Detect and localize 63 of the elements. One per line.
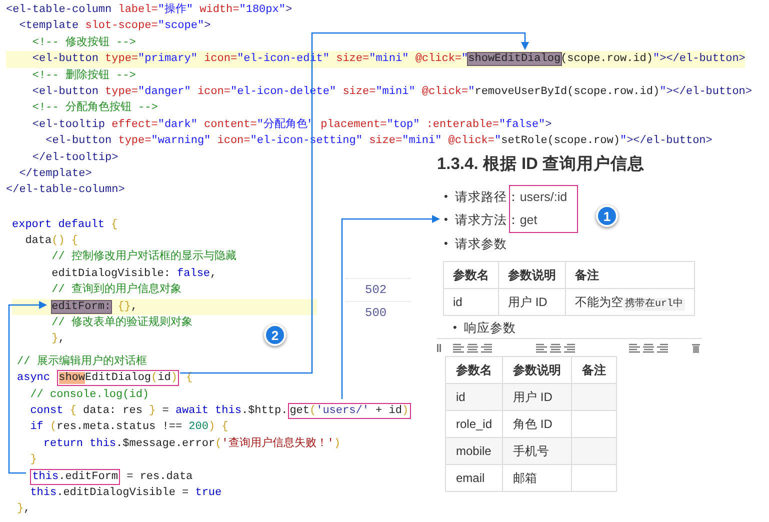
delete-icon[interactable] xyxy=(692,343,700,354)
code-line: if (res.meta.status !== 200) { xyxy=(29,420,228,436)
align-left-icon[interactable] xyxy=(453,343,464,354)
code-line: <el-table-column label="操作" width="180px"> xyxy=(6,2,292,18)
callout-frame xyxy=(509,185,578,233)
code-line: this.editDialogVisible = true xyxy=(29,486,222,501)
column-header: 备注 xyxy=(566,262,695,289)
align-center-icon[interactable] xyxy=(643,343,654,354)
table-cell xyxy=(572,438,617,465)
table-cell: 用户 ID xyxy=(502,384,572,411)
code-line: // 修改表单的验证规则对象 xyxy=(50,315,192,332)
table-cell: id xyxy=(446,384,503,411)
section-label: 响应参数 xyxy=(464,320,516,338)
align-left-icon[interactable] xyxy=(629,343,640,354)
code-line: // 查询到的用户信息对象 xyxy=(50,282,182,298)
request-item: 请求参数 xyxy=(454,236,507,252)
align-left-icon[interactable] xyxy=(536,343,547,354)
status-code: 502 xyxy=(345,278,411,301)
list-bullet: • xyxy=(444,213,448,228)
code-line: <!-- 分配角色按钮 --> xyxy=(31,100,158,116)
table-cell xyxy=(572,384,617,411)
code-line: <!-- 修改按钮 --> xyxy=(31,35,136,51)
table-cell xyxy=(572,464,617,492)
request-item: 请求方法：get xyxy=(454,212,538,229)
align-center-icon[interactable] xyxy=(467,343,478,354)
code-line: } xyxy=(29,453,37,468)
code-line: // 控制修改用户对话框的显示与隐藏 xyxy=(50,249,236,266)
list-bullet: • xyxy=(444,236,448,252)
list-bullet: • xyxy=(444,190,448,204)
status-code: 500 xyxy=(345,301,411,324)
table-cell: 手机号 xyxy=(502,438,572,465)
table-cell: 用户 ID xyxy=(498,288,566,316)
code-line: }, xyxy=(17,502,30,518)
code-line: <template slot-scope="scope"> xyxy=(18,19,211,34)
column-header: 参数说明 xyxy=(498,262,566,289)
drag-handle-icon[interactable] xyxy=(437,343,441,354)
code-line: </el-table-column> xyxy=(6,183,125,198)
align-right-icon[interactable] xyxy=(481,343,492,354)
request-item: 请求路径：users/:id xyxy=(454,188,568,206)
code-line: <!-- 删除按钮 --> xyxy=(31,68,136,84)
code-line: editDialogVisible: false, xyxy=(50,266,217,282)
align-right-icon[interactable] xyxy=(564,343,575,354)
column-header: 参数名 xyxy=(446,356,503,384)
align-center-icon[interactable] xyxy=(550,343,561,354)
align-right-icon[interactable] xyxy=(657,343,668,354)
table-cell: 邮箱 xyxy=(502,464,572,492)
table-cell: id xyxy=(444,288,498,316)
list-bullet: • xyxy=(453,321,457,336)
code-line: return this.$message.error('查询用户信息失败！') xyxy=(42,436,340,452)
code-line: // 展示编辑用户的对话框 xyxy=(17,354,147,370)
code-line: </template> xyxy=(18,166,92,182)
code-line: data() { xyxy=(24,234,78,250)
code-line: </el-tooltip> xyxy=(31,150,118,166)
code-line: const { data: res } = await this.$http. get('users/' + id) xyxy=(29,402,411,420)
code-line: this.editForm = res.data xyxy=(29,468,193,485)
table-cell: mobile xyxy=(446,438,503,465)
code-line: }, xyxy=(50,332,65,348)
doc-heading: 1.3.4. 根据 ID 查询用户信息 xyxy=(437,154,646,175)
code-line: // console.log(id) xyxy=(29,388,150,403)
step-number-badge: 2 xyxy=(264,324,286,346)
table-cell: email xyxy=(446,464,503,492)
column-header: 参数名 xyxy=(444,262,498,289)
code-line: export default { xyxy=(12,218,118,233)
